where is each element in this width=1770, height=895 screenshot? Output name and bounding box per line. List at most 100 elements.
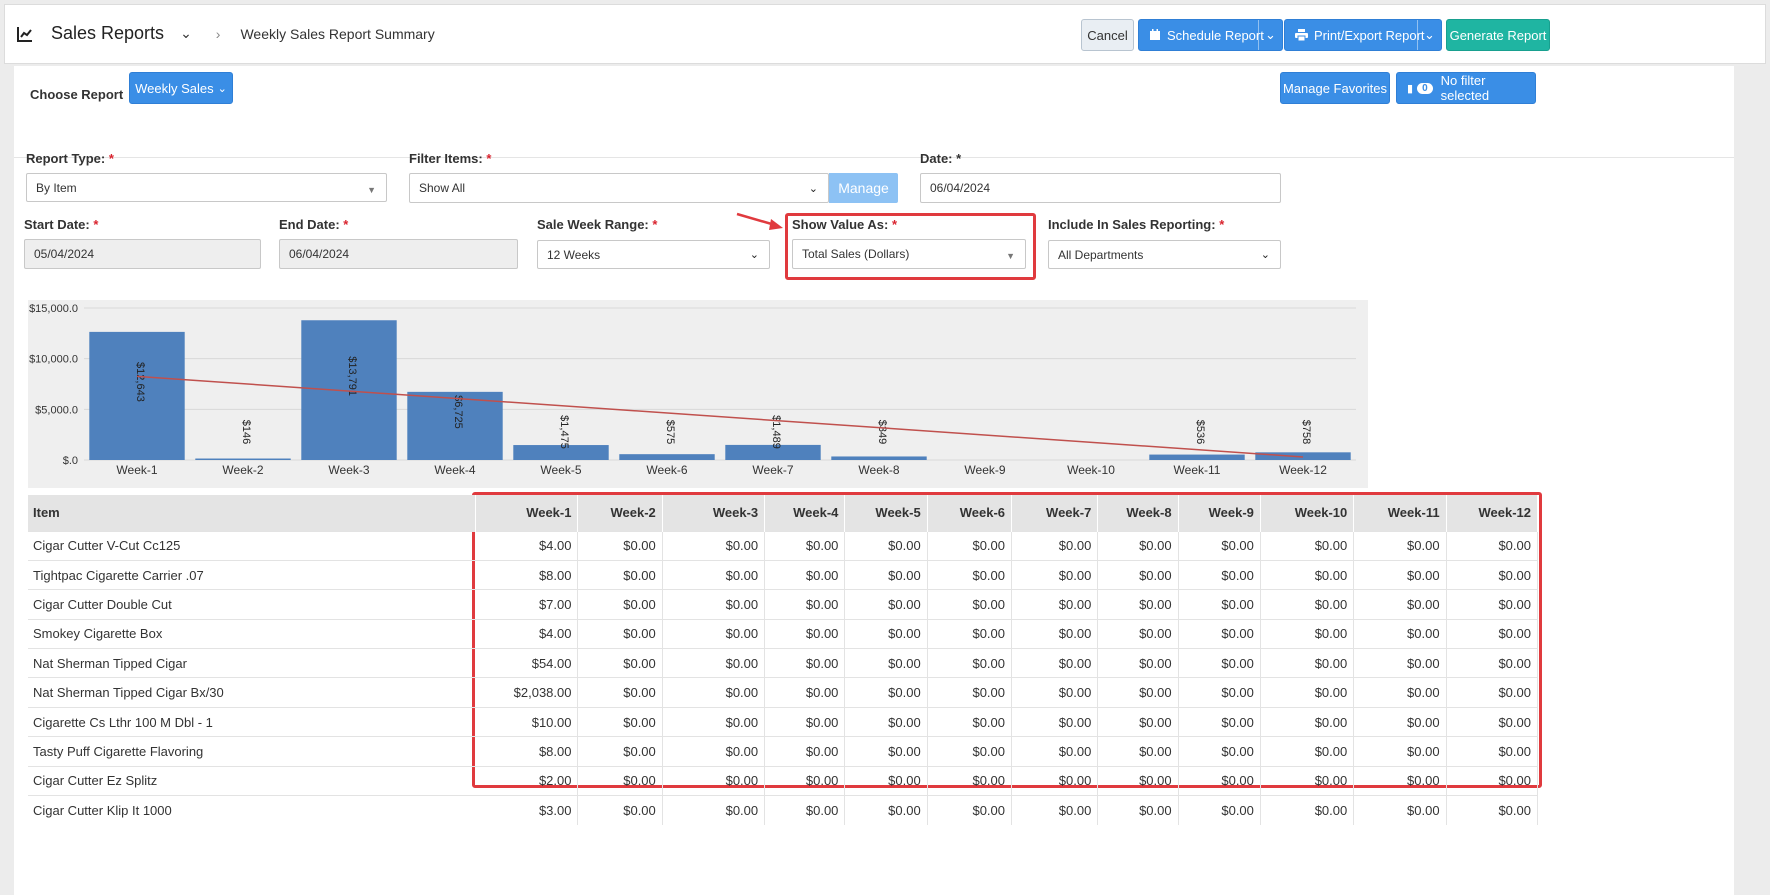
sales-value-cell: $0.00 xyxy=(764,648,846,678)
item-name-cell: Cigar Cutter Ez Splitz xyxy=(28,765,476,796)
table-row[interactable]: Smokey Cigarette Box $4.00 $0.00 $0.00 $0.00… xyxy=(28,618,1539,649)
column-header-week-6[interactable]: Week-6 xyxy=(927,495,1013,531)
chart-bar-week-11[interactable] xyxy=(1149,454,1245,460)
sales-value-cell: $0.00 xyxy=(1260,706,1355,737)
column-header-week-11[interactable]: Week-11 xyxy=(1353,495,1447,531)
sales-value-cell: $0.00 xyxy=(1446,677,1539,708)
column-header-week-4[interactable]: Week-4 xyxy=(764,495,846,531)
filter-items-select[interactable]: Show All ⌄ xyxy=(409,173,829,203)
breadcrumb-separator-icon: › xyxy=(215,25,221,42)
week-range-select[interactable]: 12 Weeks ⌄ xyxy=(537,240,770,269)
sales-value-cell: $0.00 xyxy=(1178,677,1261,708)
sales-value-cell: $0.00 xyxy=(1178,530,1261,561)
include-reporting-select[interactable]: All Departments ⌄ xyxy=(1048,240,1281,269)
sales-value-cell: $0.00 xyxy=(1011,618,1099,649)
sales-value-cell: $0.00 xyxy=(662,618,766,649)
table-row[interactable]: Cigar Cutter Klip It 1000 $3.00 $0.00 $0.00… xyxy=(28,795,1539,825)
table-row[interactable]: Tightpac Cigarette Carrier .07 $8.00 $0.00… xyxy=(28,559,1539,590)
breadcrumb: Weekly Sales Report Summary xyxy=(240,25,435,42)
table-row[interactable]: Nat Sherman Tipped Cigar $54.00 $0.00 $0.00… xyxy=(28,648,1539,678)
print-export-button[interactable]: Print/Export Report ⌄ xyxy=(1284,19,1442,51)
sales-value-cell: $0.00 xyxy=(1260,765,1355,796)
item-name-cell: Nat Sherman Tipped Cigar Bx/30 xyxy=(28,677,476,708)
column-header-week-5[interactable]: Week-5 xyxy=(844,495,928,531)
sales-value-cell: $2.00 xyxy=(475,765,579,796)
sales-value-cell: $0.00 xyxy=(1353,589,1447,620)
column-header-week-1[interactable]: Week-1 xyxy=(475,495,579,531)
sales-value-cell: $0.00 xyxy=(764,559,846,590)
sales-value-cell: $0.00 xyxy=(662,706,766,737)
annotation-arrow-icon xyxy=(736,212,783,230)
sales-value-cell: $0.00 xyxy=(844,589,928,620)
sales-value-cell: $4.00 xyxy=(475,618,579,649)
cancel-button[interactable]: Cancel xyxy=(1081,19,1134,51)
sales-value-cell: $0.00 xyxy=(577,559,663,590)
sales-value-cell: $0.00 xyxy=(577,530,663,561)
sales-value-cell: $0.00 xyxy=(764,736,846,767)
title-group: Sales Reports ⌄ › Weekly Sales Report Su… xyxy=(17,23,435,44)
show-value-select[interactable]: Total Sales (Dollars) ▼ xyxy=(792,239,1026,269)
sales-value-cell: $0.00 xyxy=(927,530,1013,561)
filter-button[interactable]: ▮ 0 No filter selected xyxy=(1396,72,1536,104)
sales-value-cell: $0.00 xyxy=(764,706,846,737)
sales-value-cell: $0.00 xyxy=(1178,795,1261,825)
sales-value-cell: $0.00 xyxy=(1446,618,1539,649)
sales-value-cell: $54.00 xyxy=(475,648,579,678)
manage-filter-button[interactable]: Manage xyxy=(829,173,898,203)
schedule-dropdown-icon[interactable]: ⌄ xyxy=(1258,20,1282,50)
x-tick-label: Week-2 xyxy=(222,463,263,477)
sales-value-cell: $0.00 xyxy=(844,706,928,737)
sales-value-cell: $0.00 xyxy=(662,677,766,708)
column-header-week-12[interactable]: Week-12 xyxy=(1446,495,1539,531)
sales-value-cell: $0.00 xyxy=(1446,795,1539,825)
table-row[interactable]: Cigar Cutter V-Cut Cc125 $4.00 $0.00 $0.00 $… xyxy=(28,530,1539,561)
column-header-week-8[interactable]: Week-8 xyxy=(1097,495,1179,531)
sales-value-cell: $0.00 xyxy=(1353,530,1447,561)
x-tick-label: Week-10 xyxy=(1067,463,1115,477)
sales-value-cell: $0.00 xyxy=(1097,648,1179,678)
table-row[interactable]: Tasty Puff Cigarette Flavoring $8.00 $0.00… xyxy=(28,736,1539,767)
chart-bar-week-8[interactable] xyxy=(831,456,927,460)
sales-value-cell: $0.00 xyxy=(1353,765,1447,796)
chart-bar-week-6[interactable] xyxy=(619,454,715,460)
bar-data-label: $6,725 xyxy=(452,395,464,429)
x-tick-label: Week-5 xyxy=(540,463,581,477)
sales-value-cell: $0.00 xyxy=(1353,706,1447,737)
report-type-select[interactable]: By Item ▼ xyxy=(26,173,387,202)
manage-favorites-button[interactable]: Manage Favorites xyxy=(1280,72,1390,104)
sales-value-cell: $0.00 xyxy=(662,795,766,825)
page-title[interactable]: Sales Reports xyxy=(51,23,164,44)
generate-report-button[interactable]: Generate Report xyxy=(1446,19,1550,51)
sales-value-cell: $0.00 xyxy=(1097,559,1179,590)
sales-value-cell: $0.00 xyxy=(1446,765,1539,796)
x-tick-label: Week-6 xyxy=(646,463,687,477)
date-input[interactable]: 06/04/2024 xyxy=(920,173,1281,203)
chart-bar-week-12[interactable] xyxy=(1255,452,1351,460)
column-header-week-3[interactable]: Week-3 xyxy=(662,495,766,531)
column-header-week-2[interactable]: Week-2 xyxy=(577,495,663,531)
column-header-week-7[interactable]: Week-7 xyxy=(1011,495,1099,531)
sales-value-cell: $0.00 xyxy=(764,530,846,561)
x-tick-label: Week-1 xyxy=(116,463,157,477)
chevron-down-icon[interactable]: ⌄ xyxy=(180,25,192,42)
column-header-week-9[interactable]: Week-9 xyxy=(1178,495,1261,531)
table-row[interactable]: Cigar Cutter Ez Splitz $2.00 $0.00 $0.00 $0.… xyxy=(28,765,1539,796)
sales-value-cell: $0.00 xyxy=(1178,559,1261,590)
table-row[interactable]: Cigarette Cs Lthr 100 M Dbl - 1 $10.00 $0.… xyxy=(28,706,1539,737)
top-bar: Sales Reports ⌄ › Weekly Sales Report Su… xyxy=(4,4,1766,64)
sales-value-cell: $0.00 xyxy=(1446,736,1539,767)
report-select-button[interactable]: Weekly Sales ⌄ xyxy=(129,72,233,104)
sales-value-cell: $0.00 xyxy=(1011,736,1099,767)
y-tick-label: $15,000.0 xyxy=(29,303,78,315)
sales-value-cell: $0.00 xyxy=(662,765,766,796)
table-row[interactable]: Cigar Cutter Double Cut $7.00 $0.00 $0.00 $0… xyxy=(28,589,1539,620)
column-header-item[interactable]: Item xyxy=(28,495,477,531)
sales-value-cell: $0.00 xyxy=(1011,677,1099,708)
sales-value-cell: $0.00 xyxy=(1353,648,1447,678)
table-row[interactable]: Nat Sherman Tipped Cigar Bx/30 $2,038.00 $… xyxy=(28,677,1539,708)
sales-value-cell: $0.00 xyxy=(1446,589,1539,620)
schedule-report-button[interactable]: Schedule Report ⌄ xyxy=(1138,19,1283,51)
column-header-week-10[interactable]: Week-10 xyxy=(1260,495,1355,531)
chart-bar-week-2[interactable] xyxy=(195,458,291,460)
print-dropdown-icon[interactable]: ⌄ xyxy=(1417,20,1441,50)
